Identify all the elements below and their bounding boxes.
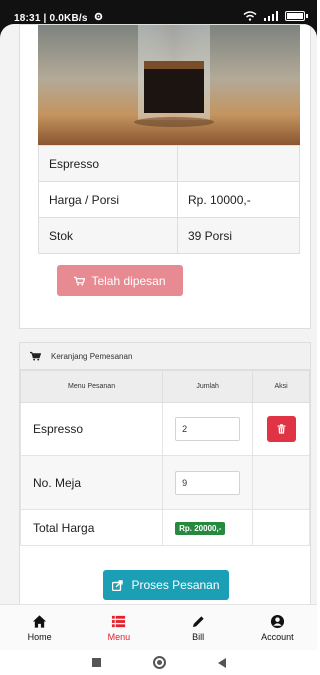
cart-icon bbox=[74, 276, 86, 286]
table-number-row: No. Meja 9 bbox=[19, 455, 310, 510]
col-qty-header: Jumlah bbox=[162, 370, 254, 403]
nav-bill[interactable]: Bill bbox=[159, 605, 238, 650]
cart-title: Keranjang Pemesanan bbox=[51, 351, 133, 361]
price-label: Harga / Porsi bbox=[38, 181, 178, 218]
home-icon bbox=[33, 614, 47, 628]
battery-icon bbox=[285, 11, 308, 21]
gear-icon bbox=[94, 12, 103, 24]
stock-row: Stok 39 Porsi bbox=[38, 217, 300, 254]
total-label: Total Harga bbox=[19, 509, 164, 546]
recent-apps-icon[interactable] bbox=[91, 658, 101, 667]
nav-home-label: Home bbox=[27, 631, 52, 642]
system-nav-bar bbox=[0, 650, 317, 675]
cart-item-row: Espresso 2 bbox=[19, 402, 310, 456]
process-order-button[interactable]: Proses Pesanan bbox=[103, 570, 229, 600]
product-name-empty bbox=[177, 145, 300, 182]
quantity-input[interactable]: 2 bbox=[175, 417, 241, 441]
nav-account[interactable]: Account bbox=[238, 605, 317, 650]
process-order-label: Proses Pesanan bbox=[131, 578, 220, 592]
cart-table-header: Menu Pesanan Jumlah Aksi bbox=[19, 370, 310, 403]
ordered-button[interactable]: Telah dipesan bbox=[57, 265, 183, 296]
nav-menu[interactable]: Menu bbox=[79, 605, 158, 650]
external-link-icon bbox=[112, 579, 124, 591]
ordered-button-label: Telah dipesan bbox=[91, 273, 166, 288]
table-number-input[interactable]: 9 bbox=[175, 470, 241, 495]
product-name-row: Espresso bbox=[38, 145, 300, 182]
nav-home[interactable]: Home bbox=[0, 605, 79, 650]
cart-item-name: Espresso bbox=[19, 402, 164, 456]
back-arrow-icon[interactable] bbox=[217, 657, 226, 668]
trash-icon bbox=[277, 424, 286, 434]
product-name: Espresso bbox=[38, 145, 178, 182]
bottom-nav: Home Menu Bill Account bbox=[0, 604, 317, 650]
col-action-header: Aksi bbox=[252, 370, 310, 403]
pencil-icon bbox=[192, 615, 204, 627]
espresso-image bbox=[38, 25, 300, 145]
cart-table: Menu Pesanan Jumlah Aksi Espresso 2 No. … bbox=[19, 370, 310, 546]
cart-header: Keranjang Pemesanan bbox=[20, 343, 310, 370]
price-row: Harga / Porsi Rp. 10000,- bbox=[38, 181, 300, 218]
status-time-speed: 18:31 | 0.0KB/s bbox=[14, 12, 103, 24]
nav-account-label: Account bbox=[261, 631, 294, 642]
nav-bill-label: Bill bbox=[192, 631, 205, 642]
col-menu-header: Menu Pesanan bbox=[19, 370, 164, 403]
wifi-icon bbox=[243, 11, 257, 21]
user-circle-icon bbox=[270, 614, 284, 628]
menu-list-icon bbox=[112, 615, 126, 627]
stock-label: Stok bbox=[38, 217, 178, 254]
signal-icon bbox=[264, 11, 278, 21]
stock-value: 39 Porsi bbox=[177, 217, 300, 254]
table-number-label: No. Meja bbox=[19, 455, 164, 510]
status-icons bbox=[243, 11, 308, 21]
delete-button[interactable] bbox=[266, 416, 296, 442]
nav-menu-label: Menu bbox=[107, 631, 131, 642]
price-value: Rp. 10000,- bbox=[177, 181, 300, 218]
cart-panel: Keranjang Pemesanan Menu Pesanan Jumlah … bbox=[19, 342, 311, 604]
cart-icon bbox=[30, 351, 41, 361]
total-row: Total Harga Rp. 20000,- bbox=[19, 509, 310, 546]
total-price-badge: Rp. 20000,- bbox=[175, 522, 226, 535]
home-circle-icon[interactable] bbox=[152, 656, 166, 669]
product-card: Espresso Harga / Porsi Rp. 10000,- Stok … bbox=[19, 24, 311, 329]
main-content[interactable]: Espresso Harga / Porsi Rp. 10000,- Stok … bbox=[0, 24, 317, 604]
product-info-table: Espresso Harga / Porsi Rp. 10000,- Stok … bbox=[38, 145, 300, 254]
